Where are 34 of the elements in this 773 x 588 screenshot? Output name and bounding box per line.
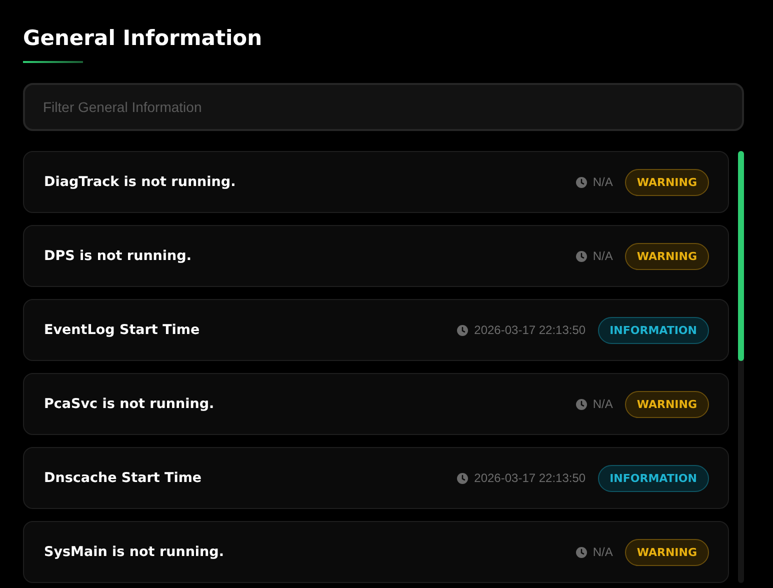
clock-icon <box>576 398 587 410</box>
entry-message: SysMain is not running. <box>44 544 224 560</box>
log-entry-card[interactable]: Dnscache Start Time 2026-03-17 22:13:50 INFORMATION <box>23 447 729 509</box>
log-entry-card[interactable]: DPS is not running. N/A WARNING <box>23 225 729 287</box>
entry-time: N/A <box>592 249 613 263</box>
log-entry-card[interactable]: DiagTrack is not running. N/A WARNING <box>23 151 729 213</box>
severity-badge: INFORMATION <box>598 464 709 492</box>
entry-message: Dnscache Start Time <box>44 470 202 486</box>
severity-badge: INFORMATION <box>598 316 709 344</box>
entry-message: DiagTrack is not running. <box>44 174 236 190</box>
entry-time: N/A <box>592 175 613 189</box>
log-entry-card[interactable]: PcaSvc is not running. N/A WARNING <box>23 373 729 435</box>
clock-icon <box>576 250 587 262</box>
entry-time: 2026-03-17 22:13:50 <box>474 471 586 485</box>
clock-icon <box>457 324 468 336</box>
log-entry-card[interactable]: EventLog Start Time 2026-03-17 22:13:50 INFORMATION <box>23 299 729 361</box>
filter-field[interactable]: Filter General Information <box>23 83 744 131</box>
entry-message: PcaSvc is not running. <box>44 396 214 412</box>
entry-message: DPS is not running. <box>44 248 192 264</box>
severity-badge: WARNING <box>624 168 709 196</box>
severity-badge: WARNING <box>624 538 709 566</box>
section-title: General Information <box>23 25 264 52</box>
title-underline <box>23 61 83 63</box>
clock-icon <box>576 546 587 558</box>
severity-badge: WARNING <box>624 390 709 418</box>
clock-icon <box>576 176 587 188</box>
entry-time: N/A <box>592 545 613 559</box>
log-entry-card[interactable]: SysMain is not running. N/A WARNING <box>23 521 729 583</box>
clock-icon <box>457 472 468 484</box>
severity-badge: WARNING <box>624 242 709 270</box>
entry-time: 2026-03-17 22:13:50 <box>474 323 586 337</box>
scrollbar[interactable] <box>738 151 744 583</box>
entry-message: EventLog Start Time <box>44 322 200 338</box>
entry-time: N/A <box>592 397 613 411</box>
